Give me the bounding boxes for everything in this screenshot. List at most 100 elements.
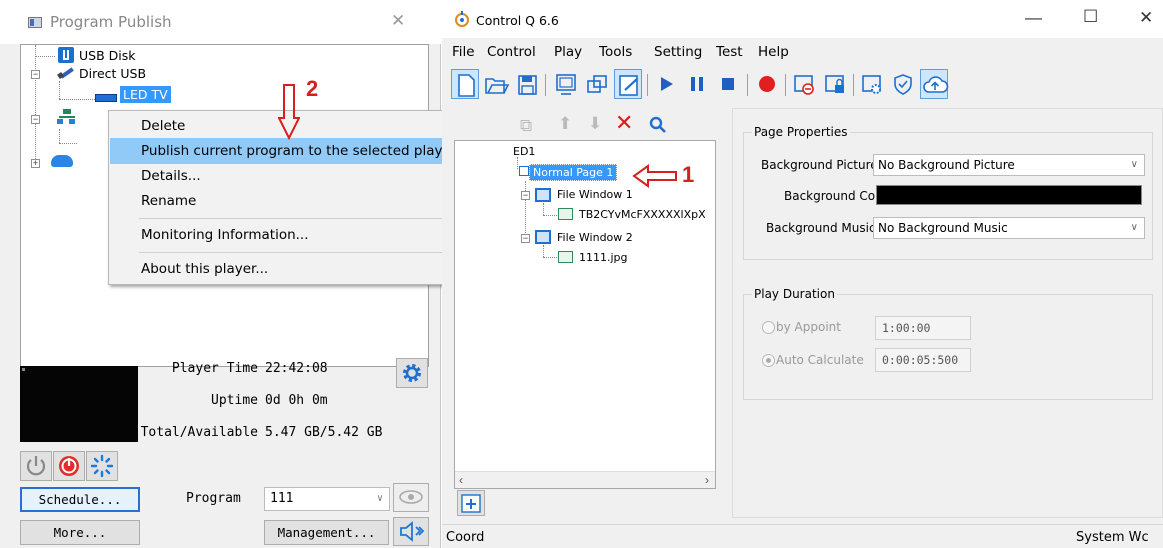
management-button[interactable]: Management... <box>264 520 389 545</box>
edit-icon <box>619 75 638 96</box>
tree-item-file-1[interactable]: TB2CYvMcFXXXXXlXpX <box>579 208 706 221</box>
move-down-icon[interactable]: ⬇ <box>588 114 602 134</box>
cloud-publish-button[interactable] <box>920 69 949 99</box>
screen-close-icon <box>794 75 814 95</box>
total-available-label: Total/Available <box>140 425 258 440</box>
tree-line <box>59 129 60 143</box>
stop-icon <box>722 78 734 90</box>
add-item-button[interactable] <box>457 490 485 516</box>
maximize-icon[interactable]: ☐ <box>1083 7 1098 27</box>
auto-calculate-label: Auto Calculate <box>776 353 864 367</box>
cloud-upload-icon <box>923 76 949 93</box>
tree-item-file-2[interactable]: 1111.jpg <box>579 251 628 264</box>
bg-picture-select[interactable]: No Background Picture ∨ <box>873 154 1145 176</box>
open-button[interactable] <box>482 69 510 99</box>
screen-settings-button[interactable] <box>858 69 886 99</box>
player-settings-button[interactable] <box>396 358 428 388</box>
program-tree-panel[interactable]: ED1 Normal Page 1 − File Window 1 TB2CYv… <box>454 140 716 489</box>
screen-lock-icon <box>825 75 844 93</box>
play-duration-title: Play Duration <box>752 287 837 301</box>
more-button[interactable]: More... <box>20 520 140 545</box>
toolbar-separator <box>785 74 786 96</box>
tree-item-file-window-2[interactable]: File Window 2 <box>557 231 633 244</box>
scroll-left-icon[interactable]: ‹ <box>459 473 463 487</box>
annotation-step-1: 1 <box>682 162 695 187</box>
preview-toggle-button[interactable] <box>393 483 429 512</box>
auto-calculate-radio[interactable] <box>762 354 775 367</box>
edit-window-button[interactable] <box>614 69 642 99</box>
collapse-toggle-icon[interactable]: − <box>31 115 40 124</box>
menu-help[interactable]: Help <box>758 44 789 60</box>
collapse-toggle-icon[interactable]: − <box>521 234 530 243</box>
save-icon <box>518 75 537 95</box>
play-button[interactable] <box>652 69 680 99</box>
menu-test[interactable]: Test <box>716 44 743 60</box>
image-file-icon <box>558 208 573 220</box>
minimize-icon[interactable]: — <box>1025 8 1042 28</box>
gear-icon <box>403 364 421 382</box>
auto-calculate-input[interactable]: 0:00:05:500 <box>875 348 971 372</box>
tree-item-led-tv[interactable]: LED TV <box>120 86 171 103</box>
toolbar-separator <box>647 74 648 96</box>
bg-color-label: Background Color <box>784 189 891 203</box>
tree-line <box>543 215 557 216</box>
tree-item-normal-page[interactable]: Normal Page 1 <box>529 164 618 181</box>
tree-item-usb-disk[interactable]: USB Disk <box>79 48 135 63</box>
brightness-button[interactable] <box>86 451 118 481</box>
stop-button[interactable] <box>714 69 742 99</box>
expand-toggle-icon[interactable]: + <box>31 159 40 168</box>
copy-icon[interactable]: ⧉ <box>520 116 532 136</box>
scroll-right-icon[interactable]: › <box>705 473 709 487</box>
tree-item-file-window-1[interactable]: File Window 1 <box>557 188 633 201</box>
close-screen-button[interactable] <box>790 69 818 99</box>
tree-item-direct-usb[interactable]: Direct USB <box>79 66 146 81</box>
toolbar-separator <box>747 74 748 96</box>
toolbar-separator <box>853 74 854 96</box>
move-up-icon[interactable]: ⬆ <box>558 114 572 134</box>
by-appoint-input[interactable]: 1:00:00 <box>875 316 971 340</box>
by-appoint-radio[interactable] <box>762 321 775 334</box>
schedule-button[interactable]: Schedule... <box>20 487 140 512</box>
menu-file[interactable]: File <box>452 44 475 60</box>
delete-icon[interactable]: ✕ <box>615 110 633 136</box>
program-select[interactable]: 111 ∨ <box>264 487 390 511</box>
collapse-toggle-icon[interactable]: − <box>521 191 530 200</box>
menu-tools[interactable]: Tools <box>599 44 632 60</box>
power-off-button[interactable] <box>20 451 52 481</box>
save-button[interactable] <box>513 69 541 99</box>
close-icon[interactable]: ✕ <box>1139 8 1153 28</box>
player-time-value: 22:42:08 <box>265 361 328 376</box>
security-button[interactable] <box>889 69 917 99</box>
pause-button[interactable] <box>683 69 711 99</box>
play-duration-group: Play Duration <box>743 287 1153 400</box>
monitor-icon <box>556 74 576 95</box>
close-icon[interactable]: ✕ <box>391 11 405 31</box>
power-on-button[interactable] <box>53 451 85 481</box>
horizontal-scrollbar[interactable]: ‹ › <box>455 471 715 488</box>
new-program-button[interactable] <box>451 69 479 99</box>
bg-color-swatch[interactable] <box>876 185 1142 205</box>
search-icon[interactable] <box>648 116 668 134</box>
bg-music-select[interactable]: No Background Music ∨ <box>873 217 1145 239</box>
program-select-value: 111 <box>270 491 294 506</box>
app-icon <box>455 11 469 27</box>
add-page-button[interactable] <box>583 69 611 99</box>
volume-button[interactable] <box>393 517 429 546</box>
page-properties-title: Page Properties <box>752 125 850 139</box>
record-button[interactable] <box>753 69 781 99</box>
tree-line <box>35 56 55 57</box>
lock-screen-button[interactable] <box>821 69 849 99</box>
play-icon <box>661 77 673 91</box>
power-red-icon <box>59 456 79 476</box>
menu-setting[interactable]: Setting <box>654 44 702 60</box>
add-screen-button[interactable] <box>552 69 580 99</box>
menu-play[interactable]: Play <box>554 44 582 60</box>
usb-cable-icon <box>57 64 75 80</box>
image-file-icon <box>558 251 573 263</box>
menu-control[interactable]: Control <box>487 44 536 60</box>
collapse-toggle-icon[interactable]: − <box>31 70 40 79</box>
bg-music-label: Background Music <box>766 221 876 235</box>
annotation-arrow-down-icon <box>278 84 300 140</box>
window-icon <box>28 17 42 28</box>
bg-picture-label: Background Picture <box>761 158 878 172</box>
